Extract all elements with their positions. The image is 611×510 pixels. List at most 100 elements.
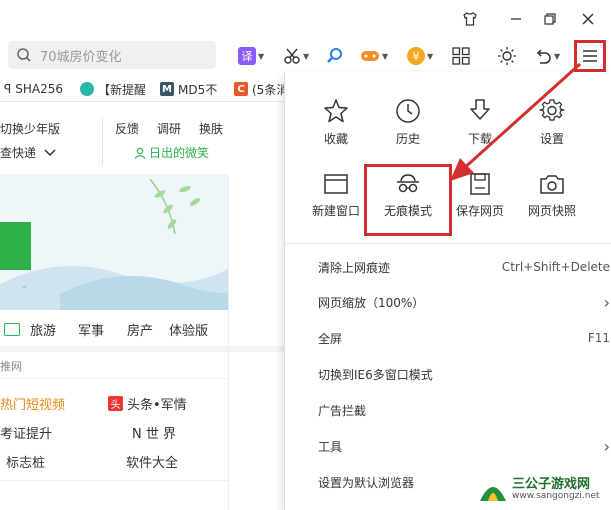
bookmark-icon: C: [234, 82, 248, 96]
survey-link[interactable]: 调研: [157, 120, 181, 137]
menu-favorites[interactable]: 收藏: [300, 98, 372, 160]
annotation-arrow: [450, 62, 582, 181]
star-icon: [323, 98, 349, 124]
fund-icon: ¥: [407, 47, 425, 65]
chevron-down-icon: ▼: [382, 51, 389, 61]
youth-version-link[interactable]: 切换少年版: [0, 120, 60, 137]
close-icon[interactable]: [575, 6, 601, 32]
menu-item-label: 设置为默认浏览器: [318, 475, 415, 490]
search-box[interactable]: 70城房价变化: [8, 41, 216, 69]
menu-history[interactable]: 历史: [372, 98, 444, 160]
chevron-down-icon: ⌄: [20, 280, 29, 291]
menu-item-label: 工具: [318, 439, 343, 454]
bookmark-icon: M: [160, 82, 174, 96]
translate-icon: 译: [238, 47, 256, 65]
bookmark-item[interactable]: 【新提醒: [80, 80, 146, 98]
menu-divider: [285, 243, 611, 244]
toutiao-icon: 头: [108, 396, 123, 411]
scissors-button[interactable]: ▼: [283, 44, 309, 68]
menu-adblock[interactable]: 广告拦截: [318, 398, 598, 422]
express-link[interactable]: 查快递: [0, 144, 56, 161]
chevron-down-icon: [44, 148, 56, 157]
menu-item-shortcut: Ctrl+Shift+Delete: [501, 260, 610, 274]
green-block: [0, 222, 31, 270]
chevron-right-icon: ›: [603, 436, 610, 456]
nav-beta[interactable]: 体验版: [169, 320, 208, 339]
link-label: 头条•军情: [127, 398, 187, 413]
menu-item-label: 广告拦截: [318, 403, 367, 418]
user-link[interactable]: 日出的微笑: [134, 144, 209, 161]
nav-travel[interactable]: 旅游: [4, 320, 56, 339]
link-software[interactable]: 软件大全: [126, 452, 178, 471]
magnifier-icon: [326, 47, 344, 65]
link-short-video[interactable]: 热门短视频: [0, 394, 65, 413]
menu-new-window[interactable]: 新建窗口: [300, 172, 372, 234]
menu-zoom[interactable]: 网页缩放（100%） ›: [318, 290, 610, 314]
feedback-link[interactable]: 反馈: [115, 120, 139, 137]
title-bar: [0, 0, 611, 38]
menu-grid-label: 保存网页: [455, 204, 504, 218]
search-icon: [16, 47, 32, 63]
tshirt-icon[interactable]: [457, 6, 483, 32]
menu-tools[interactable]: 工具 ›: [318, 434, 610, 458]
web-page: 切换少年版 反馈 调研 换肤 查快递 日出的微笑 ⌄ 旅游 军事 房产 体验版 …: [0, 102, 284, 510]
translate-button[interactable]: 译 ▼: [238, 44, 264, 68]
link-nworld[interactable]: N 世 界: [132, 423, 176, 442]
section-label: 推网: [0, 360, 22, 373]
watermark-logo-icon: [478, 477, 508, 503]
nav-label: 旅游: [30, 324, 57, 339]
user-name: 日出的微笑: [149, 146, 210, 160]
bookmark-label: SHA256: [15, 82, 64, 96]
watermark-title: 三公子游戏网: [512, 476, 591, 492]
fund-button[interactable]: ¥ ▼: [407, 44, 433, 68]
bookmark-item[interactable]: ꟼ SHA256: [4, 80, 63, 98]
nav-military[interactable]: 军事: [78, 320, 104, 339]
chevron-right-icon: ›: [603, 292, 610, 312]
menu-fullscreen[interactable]: 全屏 F11: [318, 326, 610, 350]
divider: [228, 174, 229, 510]
bookmark-icon: [80, 82, 94, 96]
divider: [0, 346, 284, 352]
menu-item-label: 全屏: [318, 331, 343, 346]
menu-item-label: 切换到IE6多窗口模式: [318, 367, 433, 382]
menu-item-label: 网页缩放（100%）: [318, 295, 425, 310]
link-exam[interactable]: 考证提升: [0, 423, 52, 442]
game-button[interactable]: ▼: [360, 44, 388, 68]
divider: [0, 480, 228, 481]
menu-item-shortcut: F11: [587, 331, 610, 345]
menu-clear-traces[interactable]: 清除上网痕迹 Ctrl+Shift+Delete: [318, 255, 610, 279]
menu-item-label: 清除上网痕迹: [318, 260, 391, 275]
menu-grid-label: 历史: [395, 132, 420, 146]
bookmark-item[interactable]: M MD5不: [160, 80, 217, 98]
bookmark-icon: ꟼ: [4, 82, 12, 96]
gamepad-icon: [360, 48, 380, 64]
menu-ie6-mode[interactable]: 切换到IE6多窗口模式: [318, 362, 598, 386]
divider: [102, 118, 103, 166]
chevron-down-icon: ▼: [427, 51, 434, 61]
bookmark-item[interactable]: C (5条消: [234, 80, 288, 98]
link-marker[interactable]: 标志桩: [6, 452, 45, 471]
window-icon: [323, 172, 349, 196]
minimize-icon[interactable]: [503, 6, 529, 32]
express-label: 查快递: [0, 146, 37, 160]
scissors-icon: [283, 47, 301, 65]
clock-icon: [395, 98, 421, 124]
chevron-down-icon: ▼: [303, 51, 310, 61]
travel-icon: [4, 323, 20, 336]
menu-grid-label: 新建窗口: [311, 204, 360, 218]
highlight-box-incognito: [364, 164, 452, 236]
link-headline[interactable]: 头 头条•军情: [108, 394, 187, 413]
divider: [0, 378, 228, 379]
user-icon: [134, 147, 146, 159]
skin-link[interactable]: 换肤: [199, 120, 223, 137]
search-placeholder: 70城房价变化: [40, 49, 122, 65]
menu-grid-label: 收藏: [323, 132, 348, 146]
restore-icon[interactable]: [537, 6, 563, 32]
banner-image[interactable]: [0, 174, 228, 310]
menu-grid-label: 网页快照: [527, 204, 576, 218]
watermark: 三公子游戏网 www.sangongzi.net: [478, 470, 611, 510]
nav-realestate[interactable]: 房产: [127, 320, 153, 339]
bookmark-label: (5条消: [252, 82, 289, 97]
find-button[interactable]: [326, 44, 344, 68]
bookmark-label: MD5不: [178, 82, 218, 97]
